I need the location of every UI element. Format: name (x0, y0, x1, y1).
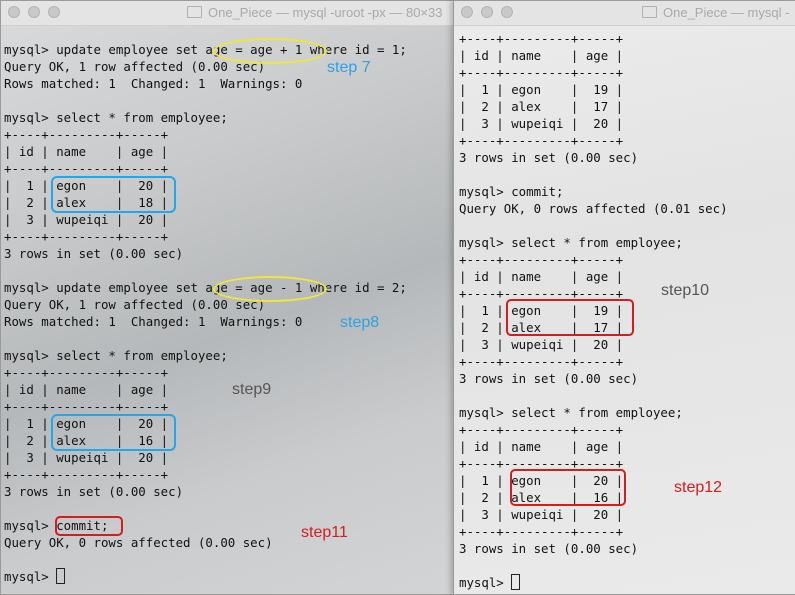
terminal-line: 3 rows in set (0.00 sec) (459, 371, 639, 386)
step-label: step12 (674, 479, 723, 496)
terminal-line: 3 rows in set (0.00 sec) (4, 246, 184, 261)
terminal-line: mysql> update employee set age = age + 1… (4, 42, 407, 57)
terminal-line: +----+---------+-----+ (4, 161, 169, 176)
minimize-button[interactable] (28, 6, 40, 18)
terminal-line: +----+---------+-----+ (4, 365, 169, 380)
terminal-line: mysql> select * from employee; (4, 348, 228, 363)
step-label: step9 (232, 381, 272, 398)
terminal-line: Rows matched: 1 Changed: 1 Warnings: 0 (4, 76, 303, 91)
right-terminal-window[interactable]: One_Piece — mysql - +----+---------+----… (453, 0, 795, 595)
highlight-ellipse (213, 276, 327, 302)
terminal-line: +----+---------+-----+ (459, 31, 624, 46)
terminal-line: mysql> (459, 575, 512, 590)
close-button[interactable] (461, 6, 473, 18)
step-label: step 7 (327, 59, 371, 76)
left-titlebar[interactable]: One_Piece — mysql -uroot -px — 80×33 (1, 1, 454, 26)
terminal-line: Query OK, 0 rows affected (0.00 sec) (4, 535, 273, 550)
terminal-line: | 3 | wupeiqi | 20 | (4, 212, 169, 227)
terminal-line: | 3 | wupeiqi | 20 | (459, 507, 624, 522)
highlight-box (506, 299, 634, 336)
zoom-button[interactable] (501, 6, 513, 18)
terminal-line: Query OK, 1 row affected (0.00 sec) (4, 297, 266, 312)
highlight-box (55, 516, 123, 536)
step-label: step10 (661, 282, 710, 299)
terminal-line: | id | name | age | (4, 144, 169, 159)
window-title: One_Piece — mysql -uroot -px — 80×33 (187, 5, 442, 20)
terminal-line: | 1 | egon | 19 | (459, 82, 624, 97)
terminal-line: +----+---------+-----+ (459, 354, 624, 369)
zoom-button[interactable] (48, 6, 60, 18)
terminal-line: | 3 | wupeiqi | 20 | (459, 116, 624, 131)
terminal-line: 3 rows in set (0.00 sec) (4, 484, 184, 499)
terminal-line: +----+---------+-----+ (459, 133, 624, 148)
terminal-line: +----+---------+-----+ (459, 422, 624, 437)
terminal-line: +----+---------+-----+ (4, 467, 169, 482)
terminal-line: Rows matched: 1 Changed: 1 Warnings: 0 (4, 314, 303, 329)
folder-icon (642, 6, 657, 18)
terminal-line: +----+---------+-----+ (459, 252, 624, 267)
terminal-line: Query OK, 0 rows affected (0.01 sec) (459, 201, 728, 216)
folder-icon (187, 6, 202, 18)
step-label: step11 (301, 524, 348, 541)
step-label: step8 (340, 314, 380, 331)
terminal-line: mysql> update employee set age = age - 1… (4, 280, 407, 295)
highlight-box (51, 176, 176, 213)
terminal-line: +----+---------+-----+ (4, 229, 169, 244)
close-button[interactable] (8, 6, 20, 18)
cursor-icon (511, 574, 521, 590)
cursor-icon (56, 568, 66, 584)
terminal-line: | 3 | wupeiqi | 20 | (4, 450, 169, 465)
right-titlebar[interactable]: One_Piece — mysql - (454, 1, 795, 26)
window-controls (461, 6, 513, 18)
left-terminal-window[interactable]: One_Piece — mysql -uroot -px — 80×33 mys… (0, 0, 455, 595)
terminal-output[interactable]: mysql> update employee set age = age + 1… (4, 41, 454, 594)
terminal-line: 3 rows in set (0.00 sec) (459, 541, 639, 556)
terminal-line: mysql> select * from employee; (459, 405, 683, 420)
highlight-ellipse (213, 38, 327, 64)
terminal-line: | 3 | wupeiqi | 20 | (459, 337, 624, 352)
terminal-line: Query OK, 1 row affected (0.00 sec) (4, 59, 266, 74)
terminal-line: mysql> select * from employee; (4, 110, 228, 125)
highlight-box (51, 414, 176, 451)
terminal-line: | id | name | age | (459, 269, 624, 284)
terminal-line: mysql> (4, 569, 57, 584)
terminal-line: +----+---------+-----+ (4, 127, 169, 142)
terminal-line: +----+---------+-----+ (459, 524, 624, 539)
terminal-line: | id | name | age | (459, 48, 624, 63)
window-controls (8, 6, 60, 18)
terminal-line: 3 rows in set (0.00 sec) (459, 150, 639, 165)
terminal-line: mysql> commit; (459, 184, 564, 199)
highlight-box (510, 469, 626, 506)
terminal-line: mysql> select * from employee; (459, 235, 683, 250)
terminal-line: | id | name | age | (4, 382, 169, 397)
minimize-button[interactable] (481, 6, 493, 18)
terminal-line: | 2 | alex | 17 | (459, 99, 624, 114)
terminal-line: +----+---------+-----+ (4, 399, 169, 414)
terminal-line: | id | name | age | (459, 439, 624, 454)
window-title: One_Piece — mysql - (642, 5, 789, 20)
terminal-line: +----+---------+-----+ (459, 65, 624, 80)
